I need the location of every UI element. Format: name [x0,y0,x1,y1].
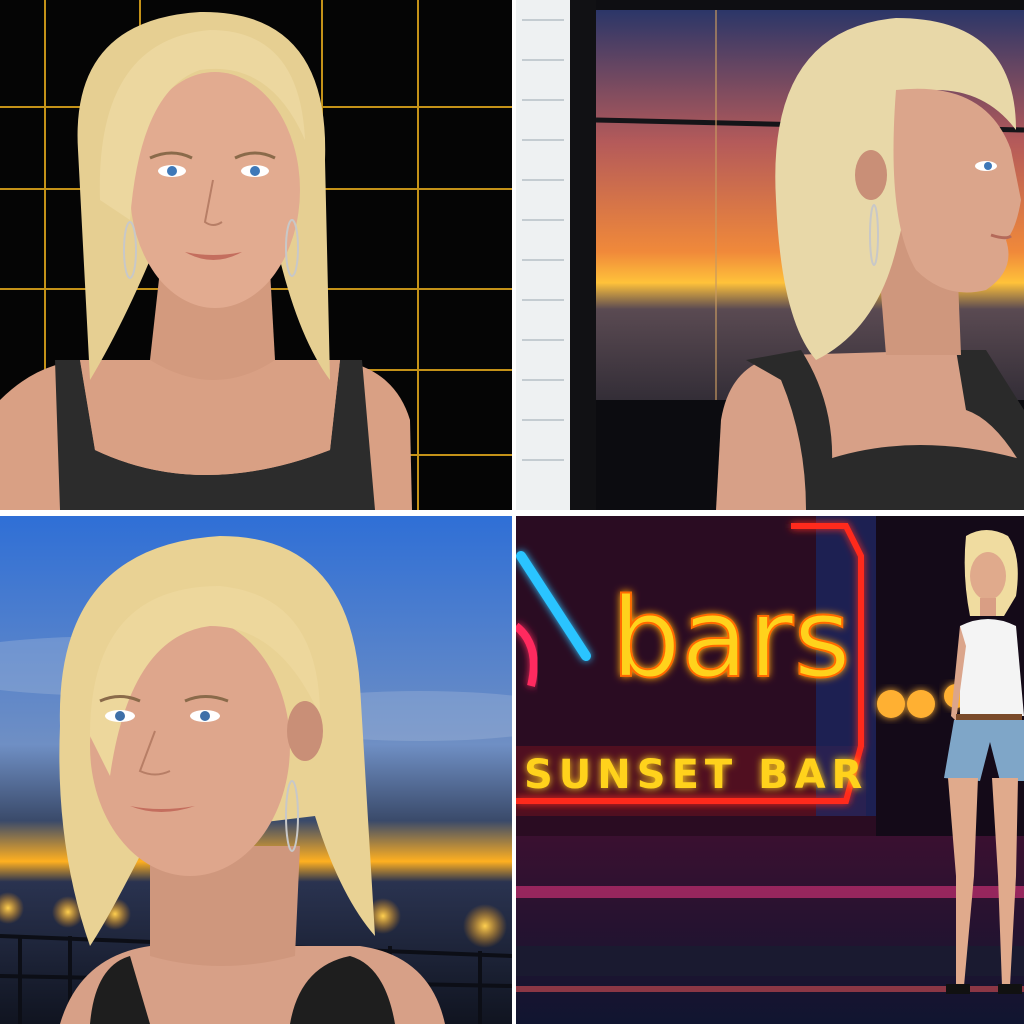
portrait-dusk-pier [0,516,512,1024]
fullbody-neon-street-image: bars SUNSET BAR [516,516,1024,1024]
photo-collage: bars SUNSET BAR [0,0,1024,1024]
portrait-studio-grid-image [0,0,512,510]
portrait-studio-grid [0,0,512,510]
neon-sign-text: bars [611,574,851,702]
neon-sign-subtext: SUNSET BAR [524,752,868,798]
fullbody-neon-street: bars SUNSET BAR [516,516,1024,1024]
portrait-sunset-window-image [516,0,1024,510]
portrait-dusk-pier-image [0,516,512,1024]
portrait-sunset-window [516,0,1024,510]
